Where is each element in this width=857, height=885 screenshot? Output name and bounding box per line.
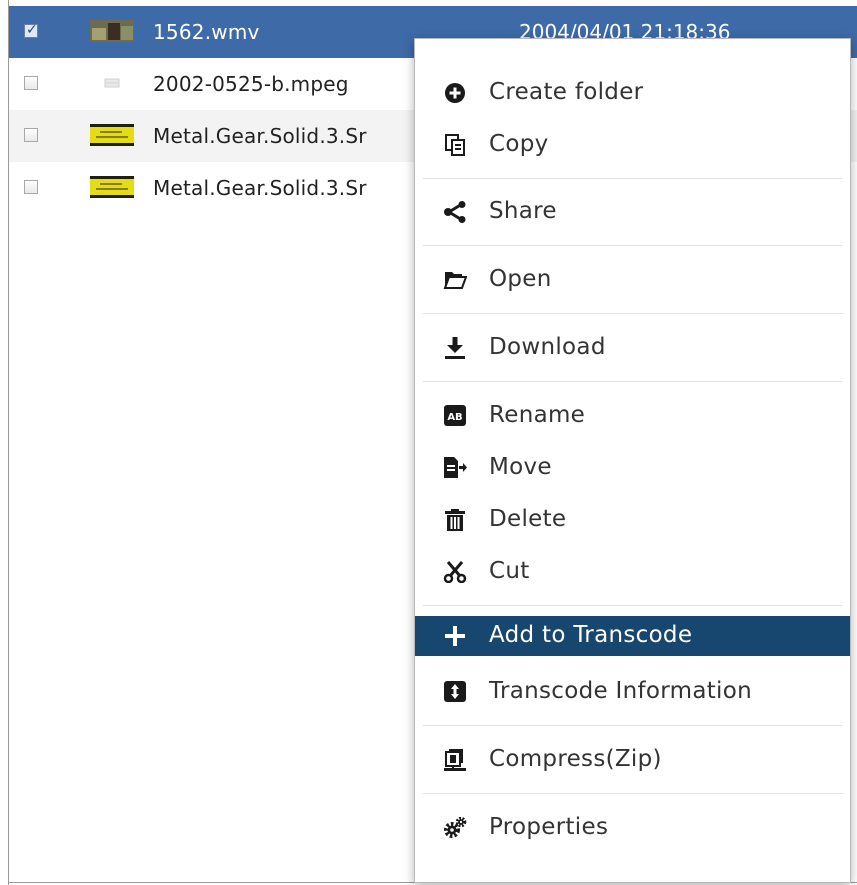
row-checkbox[interactable]: ✓	[24, 22, 38, 38]
menu-item-add-to-transcode[interactable]: Add to Transcode	[415, 616, 850, 656]
row-checkbox[interactable]	[24, 76, 38, 90]
trash-icon	[445, 509, 465, 531]
rename-ab-icon: AB	[444, 405, 466, 426]
folder-open-icon	[443, 272, 467, 289]
menu-item-copy[interactable]: Copy	[415, 125, 850, 165]
row-checkbox[interactable]	[24, 128, 38, 142]
menu-item-move[interactable]: Move	[415, 448, 850, 488]
menu-item-delete[interactable]: Delete	[415, 500, 850, 540]
scissors-icon	[443, 561, 467, 583]
menu-separator	[423, 725, 843, 726]
menu-item-label: Download	[489, 334, 606, 360]
menu-item-properties[interactable]: Properties	[415, 808, 850, 848]
menu-item-compress-zip[interactable]: Compress(Zip)	[415, 740, 850, 780]
checkmark-icon: ✓	[26, 22, 38, 38]
menu-item-transcode-information[interactable]: Transcode Information	[415, 672, 850, 712]
menu-item-label: Add to Transcode	[489, 622, 693, 648]
menu-separator	[423, 245, 843, 246]
compress-icon	[444, 749, 466, 771]
menu-item-label: Move	[489, 454, 552, 480]
file-name[interactable]: Metal.Gear.Solid.3.Sr	[153, 176, 367, 200]
menu-item-share[interactable]: Share	[415, 192, 850, 232]
svg-text:AB: AB	[447, 412, 462, 423]
download-icon	[445, 337, 465, 359]
context-menu: Create folder Copy Share Open Download A…	[414, 38, 851, 883]
menu-item-label: Create folder	[489, 79, 644, 105]
menu-item-label: Open	[489, 266, 552, 292]
plus-icon	[445, 626, 465, 646]
menu-separator	[423, 793, 843, 794]
menu-item-label: Rename	[489, 402, 586, 428]
menu-separator	[423, 381, 843, 382]
menu-separator	[423, 178, 843, 179]
file-name[interactable]: 1562.wmv	[153, 20, 260, 44]
video-thumbnail	[90, 20, 134, 42]
plus-circle-icon	[445, 83, 465, 103]
transcode-info-icon	[444, 681, 466, 702]
menu-item-label: Copy	[489, 131, 549, 157]
menu-separator	[423, 605, 843, 606]
menu-item-rename[interactable]: AB Rename	[415, 396, 850, 436]
yellow-video-thumbnail	[90, 124, 134, 146]
row-checkbox[interactable]	[24, 180, 38, 194]
menu-item-download[interactable]: Download	[415, 328, 850, 368]
move-icon	[444, 457, 467, 478]
video-placeholder-icon	[104, 78, 120, 88]
menu-item-cut[interactable]: Cut	[415, 552, 850, 592]
menu-item-label: Share	[489, 198, 557, 224]
menu-item-label: Compress(Zip)	[489, 746, 662, 772]
share-icon	[444, 201, 466, 223]
menu-separator	[423, 313, 843, 314]
menu-item-label: Transcode Information	[489, 678, 752, 704]
menu-item-create-folder[interactable]: Create folder	[415, 73, 850, 113]
copy-icon	[445, 134, 465, 156]
menu-item-label: Delete	[489, 506, 567, 532]
file-name[interactable]: 2002-0525-b.mpeg	[153, 72, 349, 96]
gears-icon	[444, 817, 467, 838]
menu-item-label: Properties	[489, 814, 609, 840]
file-name[interactable]: Metal.Gear.Solid.3.Sr	[153, 124, 367, 148]
yellow-video-thumbnail	[90, 176, 134, 198]
menu-item-open[interactable]: Open	[415, 260, 850, 300]
menu-item-label: Cut	[489, 558, 530, 584]
